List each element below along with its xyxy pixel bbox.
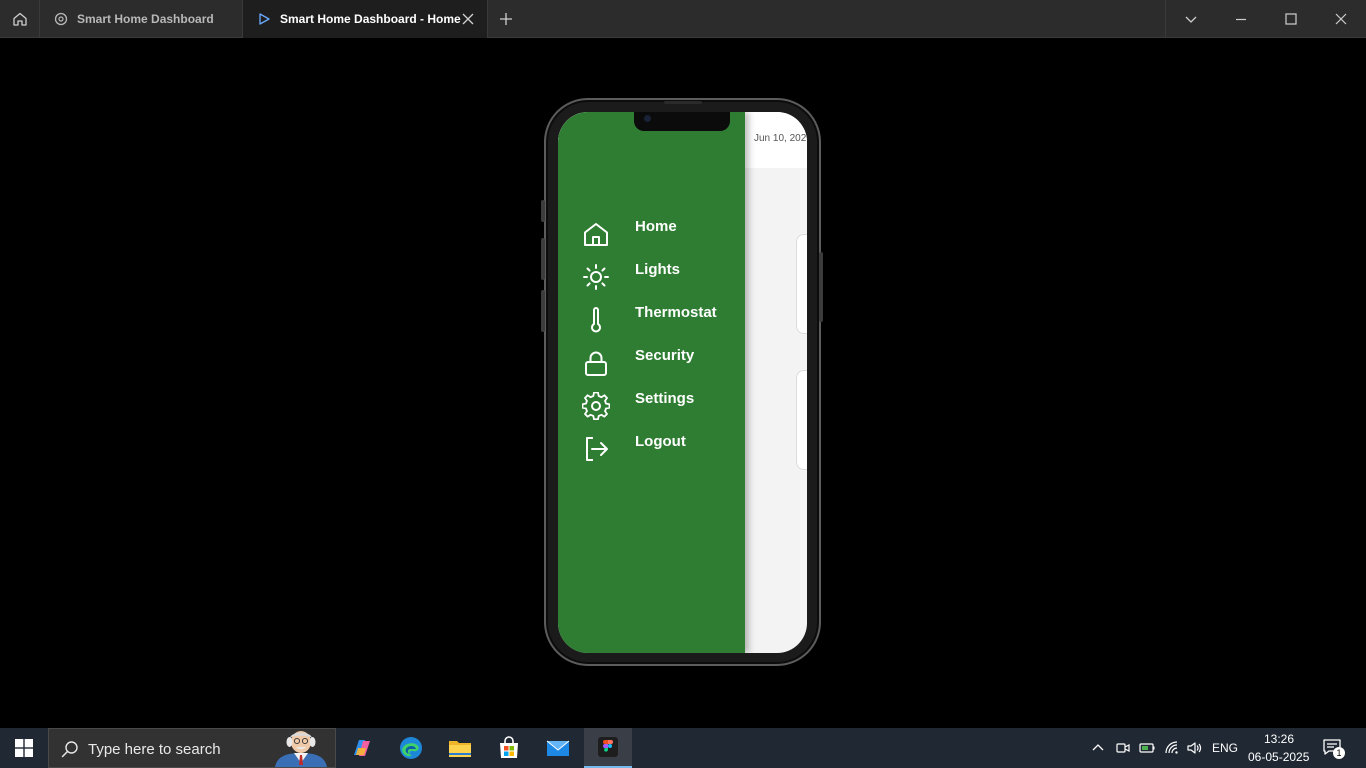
menu-label: Lights: [635, 261, 680, 278]
mail-app[interactable]: [534, 728, 582, 768]
search-placeholder: Type here to search: [88, 741, 221, 758]
file-explorer-icon: [449, 741, 471, 757]
menu-label: Security: [635, 347, 695, 364]
chevron-down-icon[interactable]: [1183, 11, 1199, 27]
device-card[interactable]: [796, 370, 807, 470]
taskbar-search-box[interactable]: Type here to search: [48, 728, 336, 768]
phone-screen: Jun 10, 202 Home Lights Thermostat Secur…: [558, 112, 807, 653]
thermometer-icon: [591, 307, 601, 333]
wifi-icon[interactable]: [1164, 740, 1180, 756]
phone-action-button: [541, 200, 545, 222]
logout-icon: [586, 437, 608, 461]
search-icon: [61, 741, 78, 758]
new-tab-icon[interactable]: [497, 10, 515, 28]
window-controls: [1165, 0, 1366, 38]
windows-logo-icon: [15, 739, 33, 757]
tab-smart-home-dashboard[interactable]: Smart Home Dashboard: [40, 0, 243, 38]
gear-icon: [582, 392, 610, 420]
battery-icon[interactable]: [1139, 740, 1155, 756]
lock-icon: [585, 351, 607, 376]
menu-label: Home: [635, 218, 677, 235]
language-indicator[interactable]: ENG: [1212, 741, 1238, 755]
menu-label: Thermostat: [635, 304, 717, 321]
play-prototype-icon: [256, 11, 272, 27]
figma-app[interactable]: [584, 728, 632, 768]
minimize-icon[interactable]: [1233, 11, 1249, 27]
store-icon: [500, 736, 518, 758]
phone-speaker: [664, 101, 702, 104]
start-button[interactable]: [0, 728, 48, 768]
menu-item-thermostat[interactable]: Thermostat: [558, 302, 745, 342]
notification-badge: 1: [1333, 747, 1345, 759]
phone-camera: [644, 115, 651, 122]
header-date: Jun 10, 202: [754, 133, 807, 144]
menu-label: Logout: [635, 433, 686, 450]
menu-item-settings[interactable]: Settings: [558, 388, 745, 428]
title-bar: Smart Home Dashboard Smart Home Dashboar…: [0, 0, 1366, 38]
copilot-app[interactable]: [338, 728, 386, 768]
maximize-icon[interactable]: [1283, 11, 1299, 27]
home-button[interactable]: [0, 0, 40, 38]
home-icon: [12, 12, 27, 26]
tab-label: Smart Home Dashboard - Home: [280, 12, 461, 26]
volume-icon[interactable]: [1186, 740, 1202, 756]
mail-icon: [546, 740, 570, 756]
phone-volume-down-button: [541, 290, 545, 332]
meet-now-icon[interactable]: [1115, 740, 1131, 756]
clock-date[interactable]: 06-05-2025: [1248, 750, 1309, 764]
menu-label: Settings: [635, 390, 695, 407]
phone-volume-up-button: [541, 238, 545, 280]
windows-taskbar: Type here to search ENG 13:26 06-05-2025…: [0, 728, 1366, 768]
sun-icon: [583, 264, 609, 290]
navigation-drawer: Home Lights Thermostat Security Settings…: [558, 112, 745, 653]
device-card[interactable]: [796, 234, 807, 334]
figma-icon: [598, 737, 618, 757]
search-highlight-illustration: [275, 731, 327, 767]
menu-item-home[interactable]: Home: [558, 216, 745, 256]
figjam-file-icon: [53, 11, 69, 27]
file-explorer-app[interactable]: [436, 728, 484, 768]
tab-smart-home-dashboard-home[interactable]: Smart Home Dashboard - Home: [243, 0, 488, 38]
edge-app[interactable]: [387, 728, 435, 768]
microsoft-store-app[interactable]: [485, 728, 533, 768]
menu-item-lights[interactable]: Lights: [558, 259, 745, 299]
clock-time[interactable]: 13:26: [1264, 732, 1294, 746]
copilot-icon: [354, 740, 370, 756]
notification-center-button[interactable]: 1: [1322, 738, 1346, 760]
menu-item-security[interactable]: Security: [558, 345, 745, 385]
phone-power-button: [819, 252, 823, 322]
close-tab-icon[interactable]: [461, 12, 475, 26]
edge-icon: [400, 737, 422, 759]
close-window-icon[interactable]: [1333, 11, 1349, 27]
home-icon: [584, 223, 608, 246]
tab-label: Smart Home Dashboard: [77, 12, 214, 26]
chevron-up-icon[interactable]: [1090, 740, 1106, 756]
menu-item-logout[interactable]: Logout: [558, 431, 745, 471]
